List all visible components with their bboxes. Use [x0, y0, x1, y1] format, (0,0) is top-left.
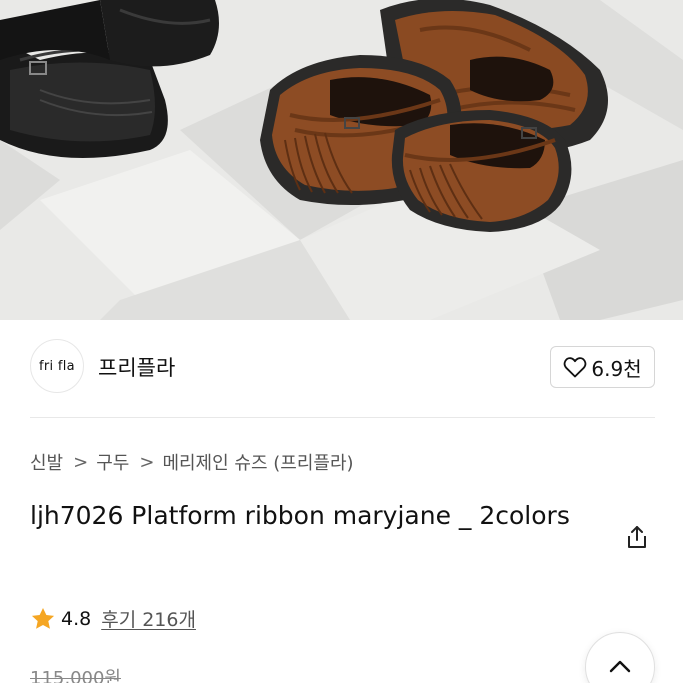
- chevron-up-icon: [609, 660, 631, 673]
- share-icon: [628, 526, 646, 548]
- product-photo: [0, 0, 683, 320]
- share-button[interactable]: [620, 520, 654, 554]
- shop-logo[interactable]: fri fla: [30, 339, 84, 393]
- heart-icon: [564, 357, 587, 378]
- rating-value: 4.8: [61, 607, 92, 630]
- like-count: 6.9천: [591, 356, 642, 381]
- breadcrumb-item-shoes[interactable]: 신발: [30, 449, 63, 475]
- product-image[interactable]: [0, 0, 683, 320]
- divider: [30, 417, 655, 418]
- shop-logo-text: fri fla: [39, 358, 75, 374]
- breadcrumb-item-maryjane[interactable]: 메리제인 슈즈 (프리플라): [162, 449, 353, 475]
- rating-row: 4.8 후기 216개: [30, 605, 196, 632]
- breadcrumb-separator: >: [73, 451, 89, 473]
- like-button[interactable]: 6.9천: [550, 346, 655, 388]
- breadcrumb-item-dress-shoes[interactable]: 구두: [96, 449, 129, 475]
- product-title: ljh7026 Platform ribbon maryjane _ 2colo…: [30, 501, 570, 530]
- scroll-top-button[interactable]: [585, 632, 655, 683]
- star-icon: [31, 607, 55, 629]
- breadcrumb: 신발 > 구두 > 메리제인 슈즈 (프리플라): [30, 449, 354, 475]
- review-count-link[interactable]: 후기 216개: [101, 605, 196, 632]
- shop-name[interactable]: 프리플라: [98, 352, 175, 382]
- original-price: 115,000원: [30, 668, 121, 683]
- breadcrumb-separator: >: [139, 451, 155, 473]
